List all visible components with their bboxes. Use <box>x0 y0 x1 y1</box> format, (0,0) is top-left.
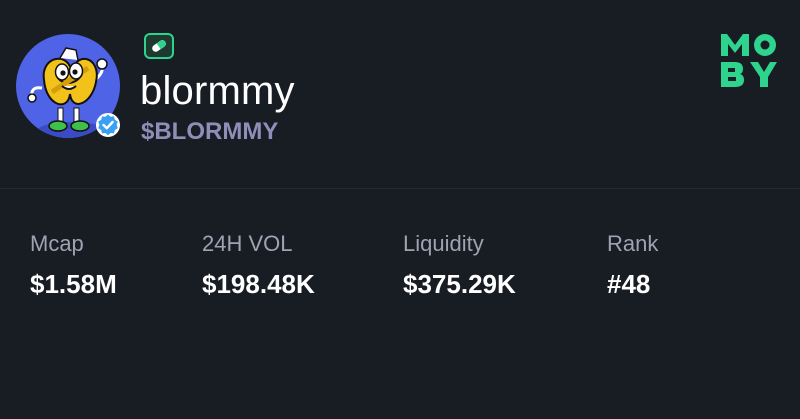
stat-24h-vol: 24H VOL $198.48K <box>202 230 315 300</box>
stat-liquidity: Liquidity $375.29K <box>403 230 516 300</box>
pill-icon <box>152 40 166 52</box>
stat-label: 24H VOL <box>202 231 293 256</box>
section-divider <box>0 188 800 189</box>
stat-value: #48 <box>607 269 651 299</box>
stat-value: $198.48K <box>202 269 315 299</box>
moby-logo-icon[interactable] <box>721 32 777 88</box>
stat-rank: Rank #48 <box>607 230 658 300</box>
stat-label: Mcap <box>30 231 84 256</box>
stat-value: $375.29K <box>403 269 516 299</box>
stat-label: Rank <box>607 231 659 256</box>
stat-label: Liquidity <box>403 231 484 256</box>
token-symbol: $BLORMMY <box>141 118 279 145</box>
stat-value: $1.58M <box>30 269 117 299</box>
pill-badge[interactable] <box>144 33 174 59</box>
token-name: blormmy <box>140 69 295 113</box>
verified-badge-icon <box>96 113 120 137</box>
token-card: blormmy $BLORMMY Mcap $1.58M 24H VOL $19… <box>0 0 800 419</box>
stat-mcap: Mcap $1.58M <box>30 230 117 300</box>
